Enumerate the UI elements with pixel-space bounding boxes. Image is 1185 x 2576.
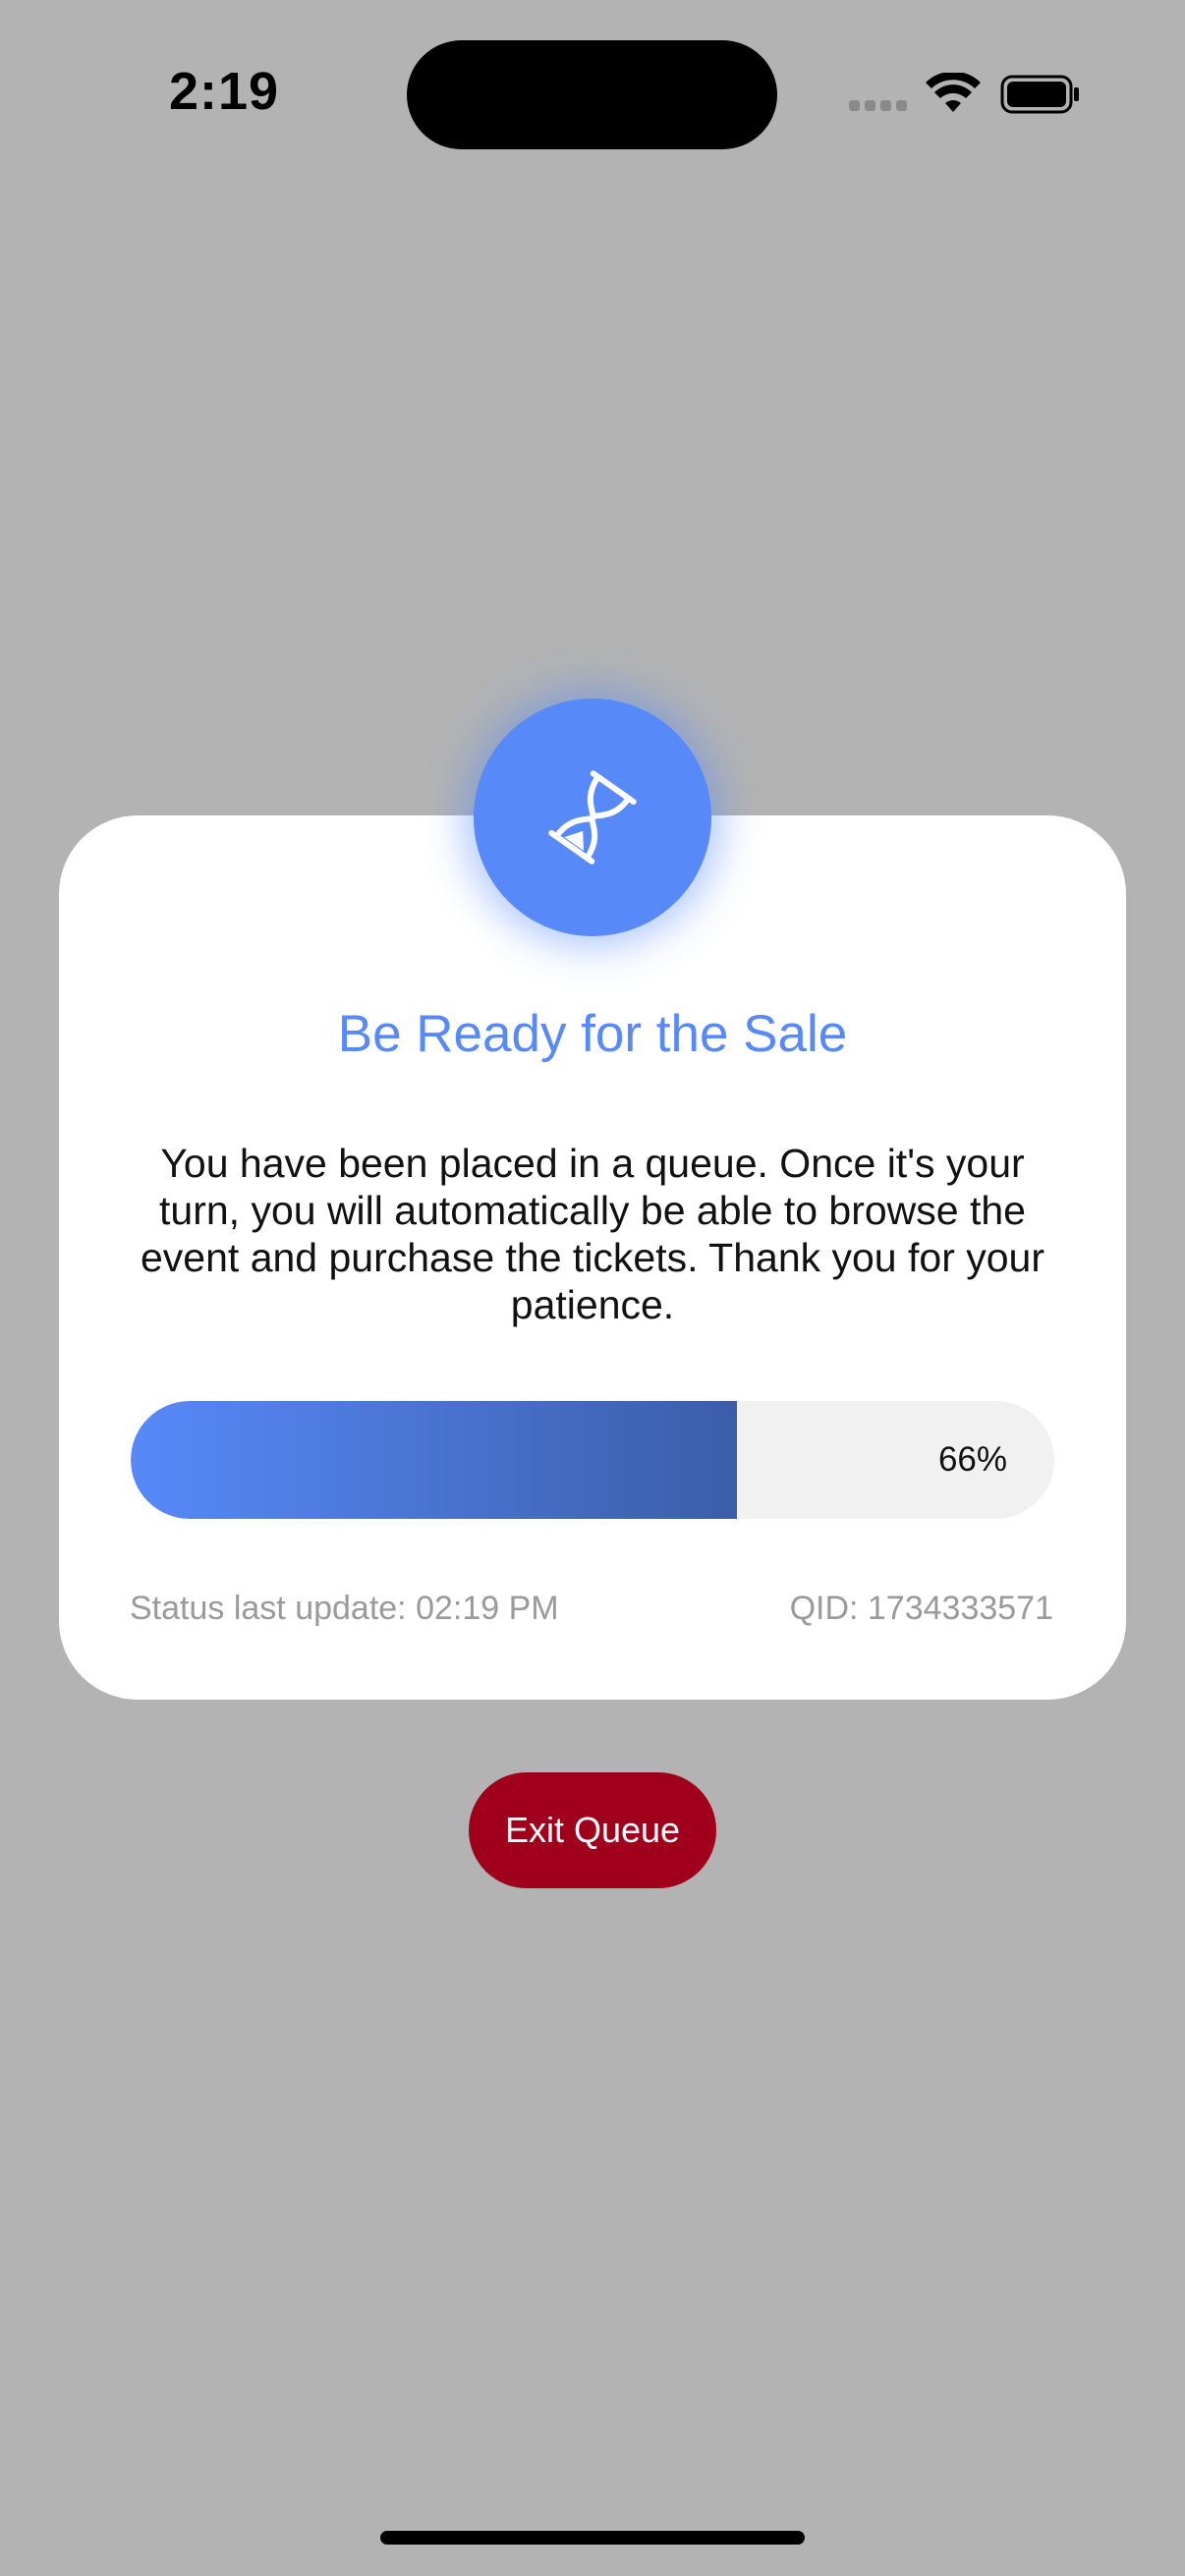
queue-progress-bar: 66% [131,1401,1054,1519]
queue-message: You have been placed in a queue. Once it… [141,1141,1044,1327]
cellular-signal-icon [849,100,908,112]
queue-progress-label: 66% [937,1440,1007,1479]
home-indicator[interactable] [380,2531,805,2545]
hourglass-icon [548,770,637,865]
status-time: 2:19 [169,62,280,121]
battery-icon [1000,75,1079,114]
wifi-icon [926,73,981,112]
queue-progress-fill [131,1401,738,1519]
status-last-update: Status last update: 02:19 PM [130,1590,559,1627]
queue-id: QID: 1734333571 [789,1590,1053,1627]
dynamic-island [407,40,777,149]
hourglass-badge [474,699,711,936]
queue-title: Be Ready for the Sale [337,1005,848,1063]
exit-queue-button[interactable]: Exit Queue [469,1772,716,1888]
